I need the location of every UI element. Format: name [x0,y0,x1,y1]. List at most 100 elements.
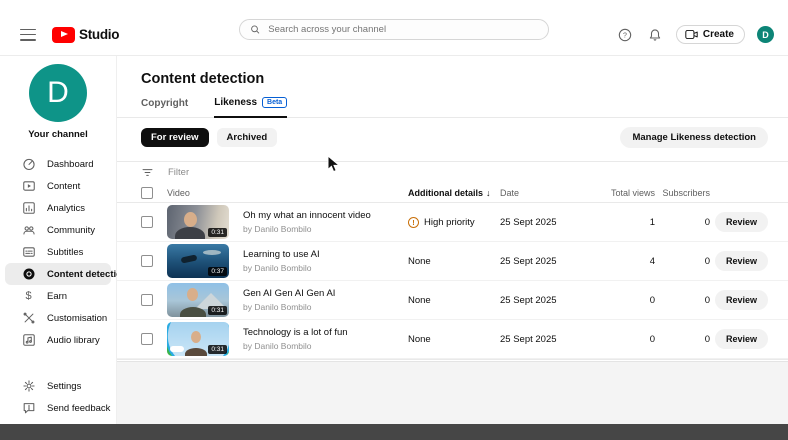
chip-archived[interactable]: Archived [217,128,278,147]
views-cell: 0 [600,295,655,306]
sidebar-item-label: Send feedback [47,403,110,414]
sidebar-item-subtitles[interactable]: Subtitles [5,241,111,263]
review-button[interactable]: Review [715,290,768,310]
video-author: by Danilo Bombilo [243,224,408,234]
table-row[interactable]: 0:31 Gen AI Gen AI Gen AI by Danilo Bomb… [117,281,788,320]
sidebar-item-label: Settings [47,381,81,392]
manage-likeness-detection-button[interactable]: Manage Likeness detection [620,127,768,148]
channel-avatar[interactable]: D [29,64,87,122]
table-row[interactable]: 0:31 Technology is a lot of fun by Danil… [117,320,788,359]
views-cell: 1 [600,217,655,228]
settings-gear-icon [21,379,36,394]
sidebar-item-label: Content [47,181,80,192]
row-checkbox[interactable] [141,294,153,306]
table-row[interactable]: 0:31 Oh my what an innocent video by Dan… [117,203,788,242]
channel-label: Your channel [0,129,116,140]
help-icon[interactable]: ? [616,26,634,44]
letterbox-bar [0,424,788,440]
review-button[interactable]: Review [715,329,768,349]
row-checkbox[interactable] [141,216,153,228]
views-cell: 4 [600,256,655,267]
sidebar-item-label: Subtitles [47,247,83,258]
review-button[interactable]: Review [715,212,768,232]
sidebar-item-analytics[interactable]: Analytics [5,197,111,219]
details-text: None [408,295,431,306]
table-header: Video Additional details ↓ Date Total vi… [117,183,788,203]
subscribers-cell: 0 [655,217,710,228]
sidebar-item-label: Audio library [47,335,100,346]
sidebar-menu: Dashboard Content Analytics Community Su… [0,153,116,419]
sidebar-item-send-feedback[interactable]: Send feedback [5,397,111,419]
details-text: None [408,256,431,267]
sidebar-item-customisation[interactable]: Customisation [5,307,111,329]
duration-badge: 0:31 [208,345,227,354]
content-detection-icon [21,267,36,282]
sidebar-item-audio-library[interactable]: Audio library [5,329,111,351]
date-cell: 25 Sept 2025 [500,295,600,306]
sidebar-item-earn[interactable]: $ Earn [5,285,111,307]
col-date[interactable]: Date [500,188,600,198]
video-thumbnail[interactable]: 0:31 [167,322,229,356]
search-bar[interactable] [239,19,549,40]
sidebar-item-content-detection[interactable]: Content detection [5,263,111,285]
table-row[interactable]: 0:37 Learning to use AI by Danilo Bombil… [117,242,788,281]
review-button[interactable]: Review [715,251,768,271]
video-thumbnail[interactable]: 0:37 [167,244,229,278]
account-avatar[interactable]: D [757,26,774,43]
audio-library-icon [21,333,36,348]
filter-chip-row: For review Archived Manage Likeness dete… [117,118,788,156]
subscribers-cell: 0 [655,334,710,345]
duration-badge: 0:31 [208,306,227,315]
sidebar-item-community[interactable]: Community [5,219,111,241]
video-title[interactable]: Oh my what an innocent video [243,210,408,223]
subscribers-cell: 0 [655,256,710,267]
sidebar-item-settings[interactable]: Settings [5,375,111,397]
row-checkbox[interactable] [141,255,153,267]
topbar: Studio ? Create D [0,0,788,56]
sidebar-item-label: Content detection [47,269,128,280]
details-text: None [408,334,431,345]
video-title[interactable]: Technology is a lot of fun [243,327,408,340]
sidebar-item-label: Analytics [47,203,85,214]
content-icon [21,179,36,194]
sort-descending-icon: ↓ [486,188,491,198]
tab-bar: Copyright Likeness Beta [117,97,788,118]
tab-label: Copyright [141,98,188,109]
subtitles-icon [21,245,36,260]
menu-icon[interactable] [20,29,36,41]
notifications-bell-icon[interactable] [646,26,664,44]
search-input[interactable] [268,24,538,35]
earn-dollar-icon: $ [21,289,36,304]
duration-badge: 0:31 [208,228,227,237]
tab-copyright[interactable]: Copyright [141,98,188,117]
details-text: High priority [424,217,475,228]
tab-likeness[interactable]: Likeness Beta [214,97,287,118]
sidebar-item-label: Customisation [47,313,107,324]
search-icon [250,24,260,35]
col-additional-details[interactable]: Additional details ↓ [408,188,500,198]
create-camera-icon [685,29,698,40]
col-label: Additional details [408,188,483,198]
sidebar-item-label: Earn [47,291,67,302]
col-video: Video [167,188,243,198]
row-checkbox[interactable] [141,333,153,345]
video-thumbnail[interactable]: 0:31 [167,205,229,239]
feedback-icon [21,401,36,416]
create-button[interactable]: Create [676,25,745,44]
select-all-checkbox[interactable] [141,187,153,199]
video-title[interactable]: Learning to use AI [243,249,408,262]
sidebar-item-dashboard[interactable]: Dashboard [5,153,111,175]
sidebar-item-content[interactable]: Content [5,175,111,197]
col-subscribers[interactable]: Subscribers [655,188,710,198]
video-title[interactable]: Gen AI Gen AI Gen AI [243,288,408,301]
filter-icon [141,166,154,179]
video-thumbnail[interactable]: 0:31 [167,283,229,317]
sidebar: D Your channel Dashboard Content Analyti… [0,56,117,424]
page-background [117,362,788,424]
chip-for-review[interactable]: For review [141,128,209,147]
col-total-views[interactable]: Total views [600,188,655,198]
date-cell: 25 Sept 2025 [500,256,600,267]
youtube-studio-logo[interactable]: Studio [52,27,119,43]
video-author: by Danilo Bombilo [243,341,408,351]
table-filter-bar[interactable]: Filter [117,161,788,183]
